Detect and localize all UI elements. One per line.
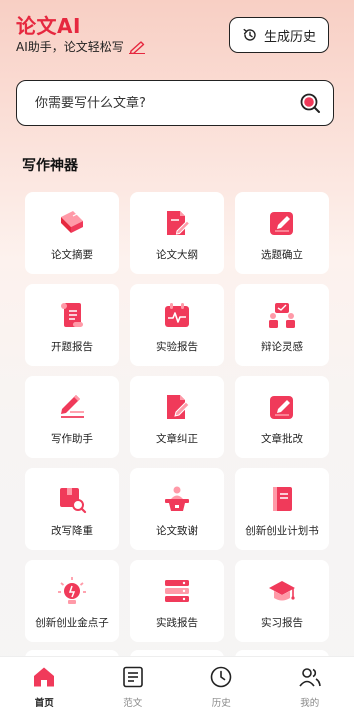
tab-label: 我的 [300, 698, 320, 709]
app-subtitle-text: AI助手，论文轻松写 [16, 40, 124, 54]
tool-label: 创新创业金点子 [35, 617, 109, 629]
tool-card-internship-report[interactable]: 实习报告 [235, 560, 329, 642]
tab-label: 历史 [211, 698, 231, 709]
document-pencil-icon [167, 395, 190, 419]
tool-label: 文章批改 [261, 433, 303, 445]
tab-samples[interactable]: 范文 [98, 665, 168, 709]
tool-card-debate[interactable]: 辩论灵感 [235, 284, 329, 366]
tab-history[interactable]: 历史 [186, 665, 256, 709]
tool-card-lab-report[interactable]: 实验报告 [130, 284, 224, 366]
search-input[interactable] [35, 95, 299, 111]
tool-grid: 论文摘要 论文大纲 选题确立 开题报告 实验报告 辩论灵感 写作助手 文章纠正 … [25, 192, 329, 642]
scroll-icon [61, 303, 83, 327]
pencil-icon [128, 40, 145, 54]
tool-label: 创新创业计划书 [245, 525, 319, 537]
tool-label: 辩论灵感 [261, 341, 303, 353]
clock-icon [210, 666, 232, 688]
tool-card-practice-report[interactable]: 实践报告 [130, 560, 224, 642]
pencil-square-icon [270, 212, 293, 235]
tool-label: 论文摘要 [51, 249, 93, 261]
document-icon [122, 666, 143, 688]
book-icon [61, 211, 83, 233]
tool-card-writing-assistant[interactable]: 写作助手 [25, 376, 119, 458]
tool-card-proposal[interactable]: 开题报告 [25, 284, 119, 366]
tool-label: 论文大纲 [156, 249, 198, 261]
tool-card-business-plan[interactable]: 创新创业计划书 [235, 468, 329, 550]
search-icon[interactable] [299, 92, 321, 114]
app-title: 论文AI [16, 14, 81, 38]
document-edit-icon [167, 211, 191, 235]
tool-label: 开题报告 [51, 341, 93, 353]
box-search-icon [60, 488, 87, 514]
app-subtitle: AI助手，论文轻松写 [16, 38, 146, 55]
tool-card-ideas[interactable]: 创新创业金点子 [25, 560, 119, 642]
search-bar[interactable] [16, 80, 334, 126]
tool-card-correction[interactable]: 文章纠正 [130, 376, 224, 458]
tool-label: 文章纠正 [156, 433, 198, 445]
debate-icon [269, 303, 295, 328]
stack-icon [165, 580, 189, 602]
tab-profile[interactable]: 我的 [275, 665, 345, 709]
tool-label: 实验报告 [156, 341, 198, 353]
history-icon [243, 28, 256, 41]
tool-card-abstract[interactable]: 论文摘要 [25, 192, 119, 274]
home-icon [34, 667, 55, 687]
tool-label: 实习报告 [261, 617, 303, 629]
header: 论文AI AI助手，论文轻松写 生成历史 [0, 0, 354, 70]
tool-card-topic[interactable]: 选题确立 [235, 192, 329, 274]
tool-label: 论文致谢 [156, 525, 198, 537]
tool-label: 改写降重 [51, 525, 93, 537]
tool-card-grading[interactable]: 文章批改 [235, 376, 329, 458]
tab-label: 范文 [123, 698, 143, 709]
tool-card-acknowledgement[interactable]: 论文致谢 [130, 468, 224, 550]
tool-label: 选题确立 [261, 249, 303, 261]
graduation-cap-icon [269, 581, 295, 601]
tool-card-rewrite[interactable]: 改写降重 [25, 468, 119, 550]
users-icon [299, 668, 321, 687]
history-button[interactable]: 生成历史 [229, 17, 329, 53]
section-title: 写作神器 [22, 158, 78, 174]
tool-label: 写作助手 [51, 433, 93, 445]
pen-lines-icon [61, 395, 84, 418]
notebook-icon [273, 487, 292, 511]
tool-card-outline[interactable]: 论文大纲 [130, 192, 224, 274]
calendar-pulse-icon [165, 303, 189, 327]
bottom-tab-bar: 首页 范文 历史 我的 [0, 656, 354, 721]
tab-home[interactable]: 首页 [9, 665, 79, 709]
history-button-label: 生成历史 [263, 29, 316, 45]
tab-label: 首页 [34, 698, 54, 709]
pencil-square-icon [270, 396, 293, 419]
lightbulb-icon [58, 577, 86, 604]
podium-icon [165, 486, 189, 511]
tool-label: 实践报告 [156, 617, 198, 629]
